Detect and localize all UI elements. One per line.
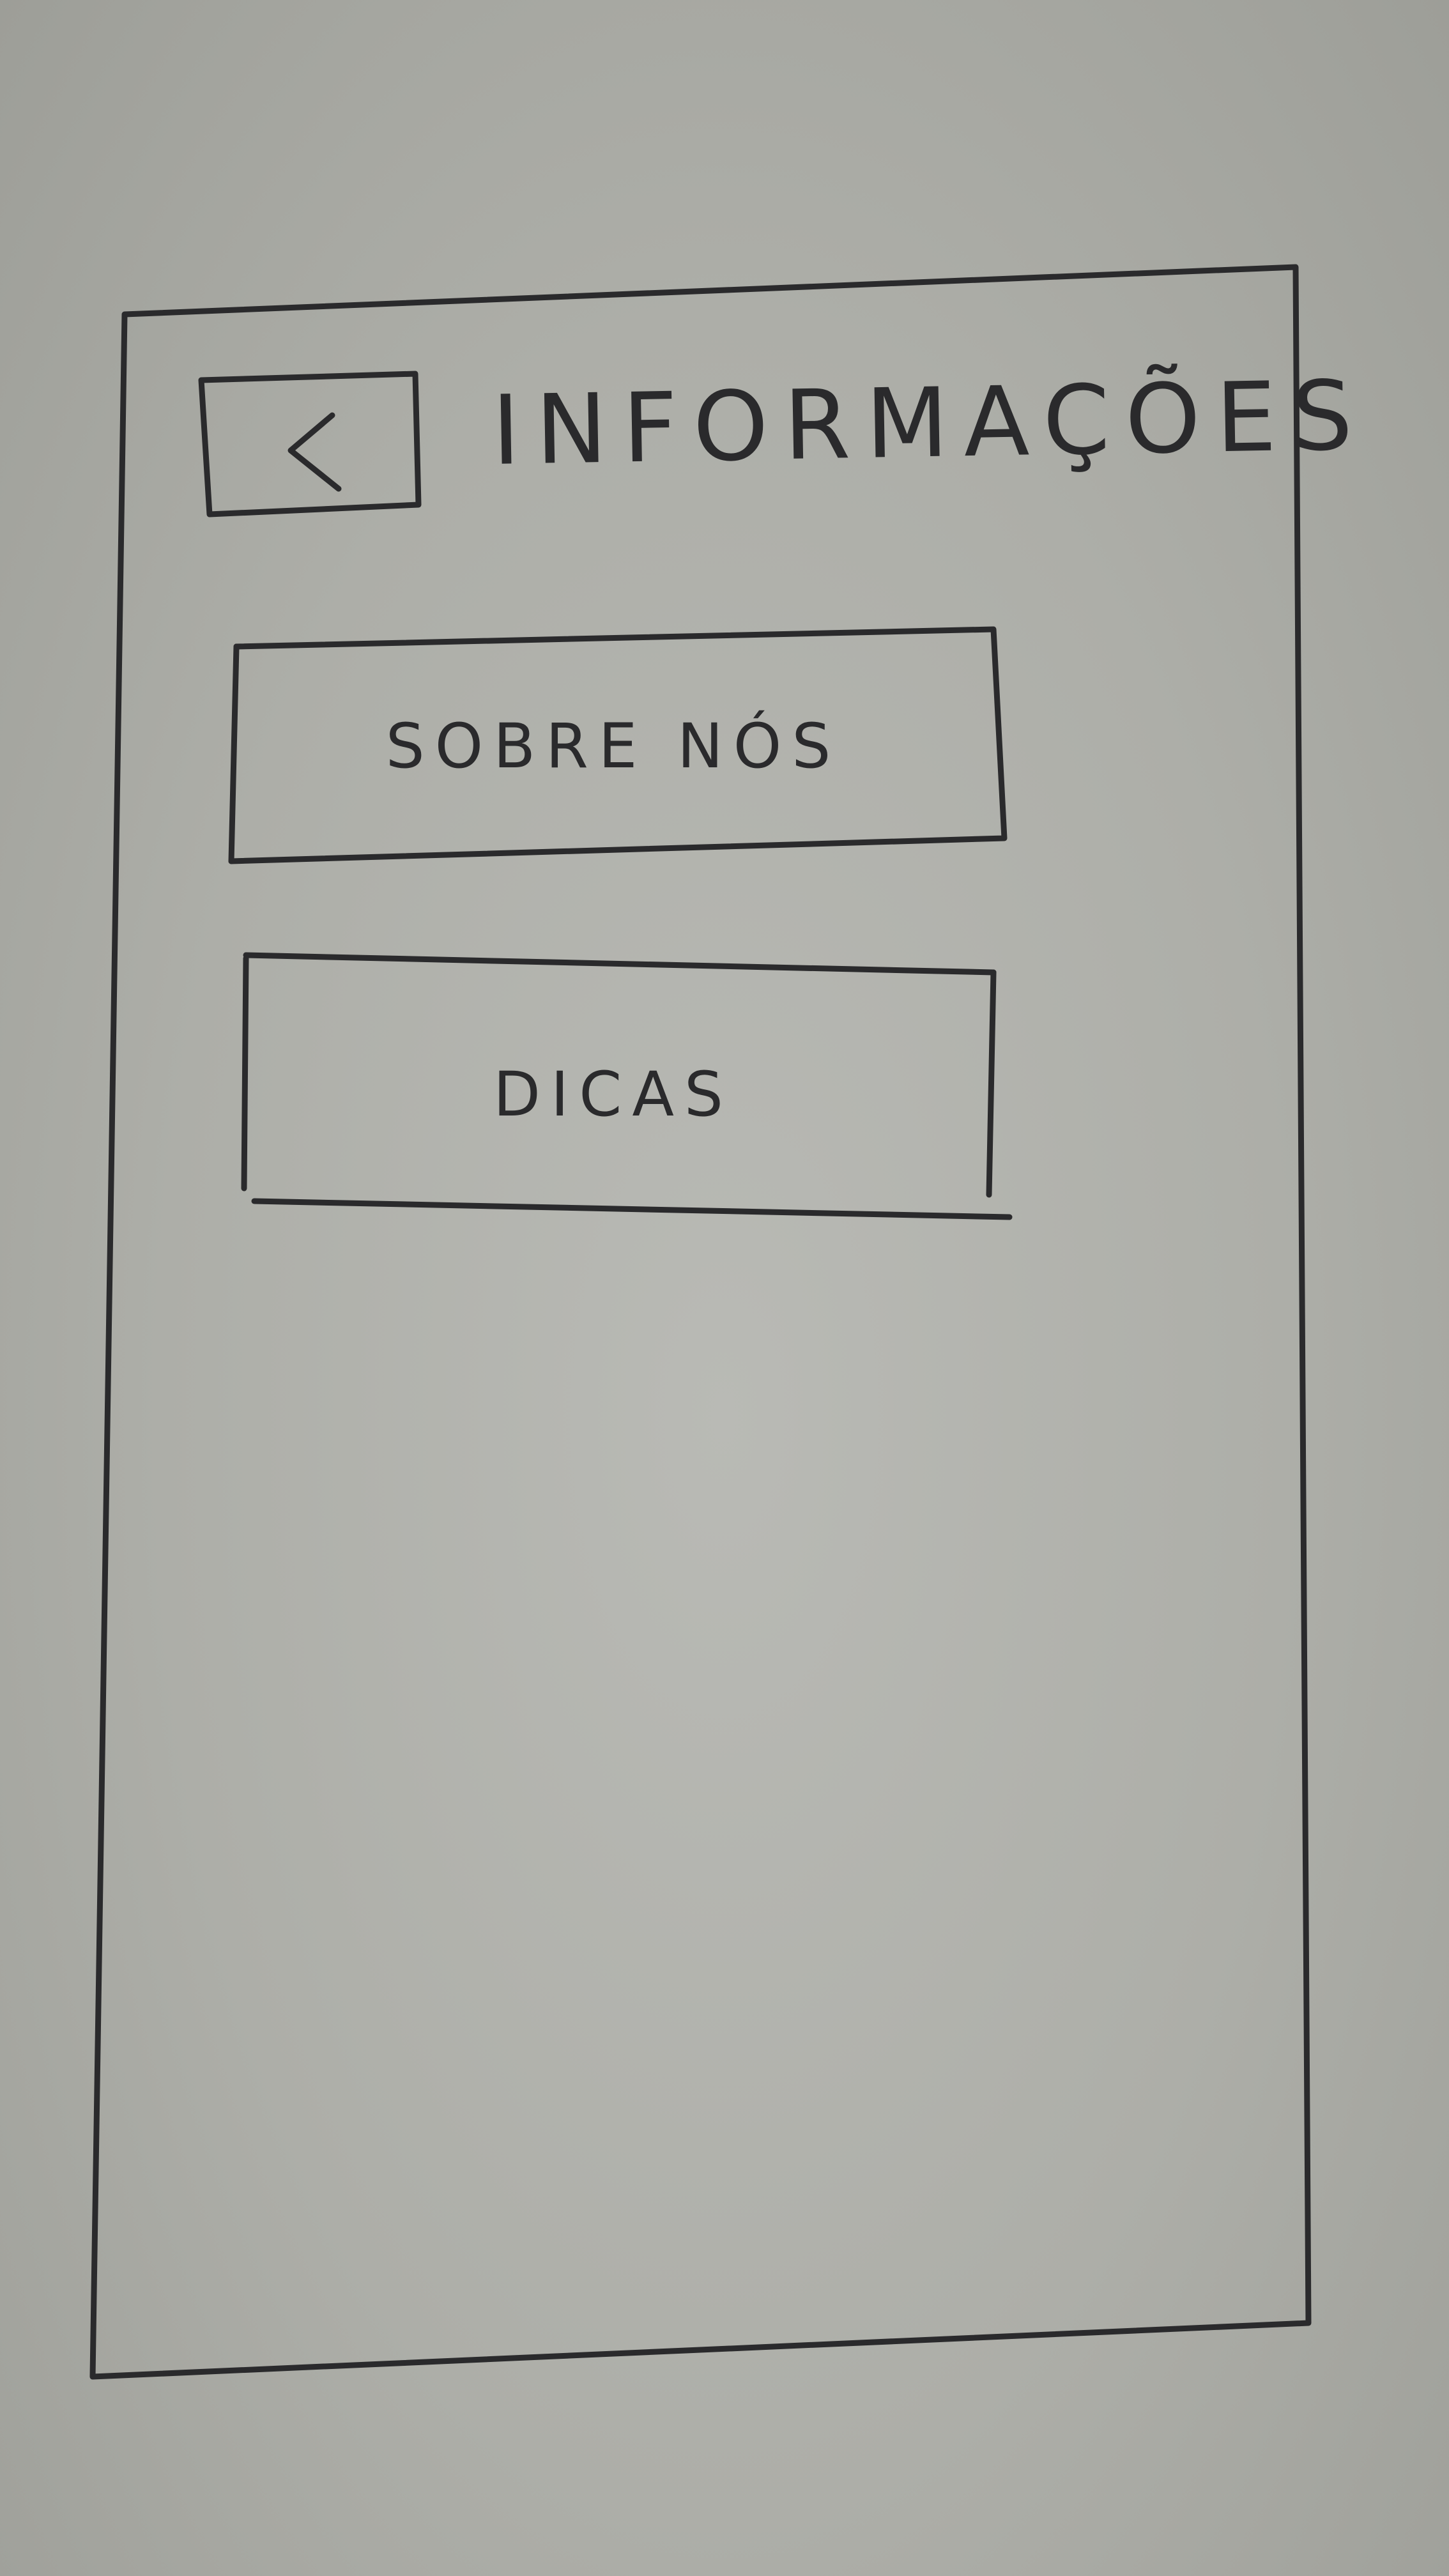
back-button[interactable] <box>201 374 422 518</box>
about-us-label: SOBRE NÓS <box>385 710 841 782</box>
tips-label: DICAS <box>493 1059 733 1130</box>
page-title: INFORMAÇÕES <box>491 360 1369 487</box>
